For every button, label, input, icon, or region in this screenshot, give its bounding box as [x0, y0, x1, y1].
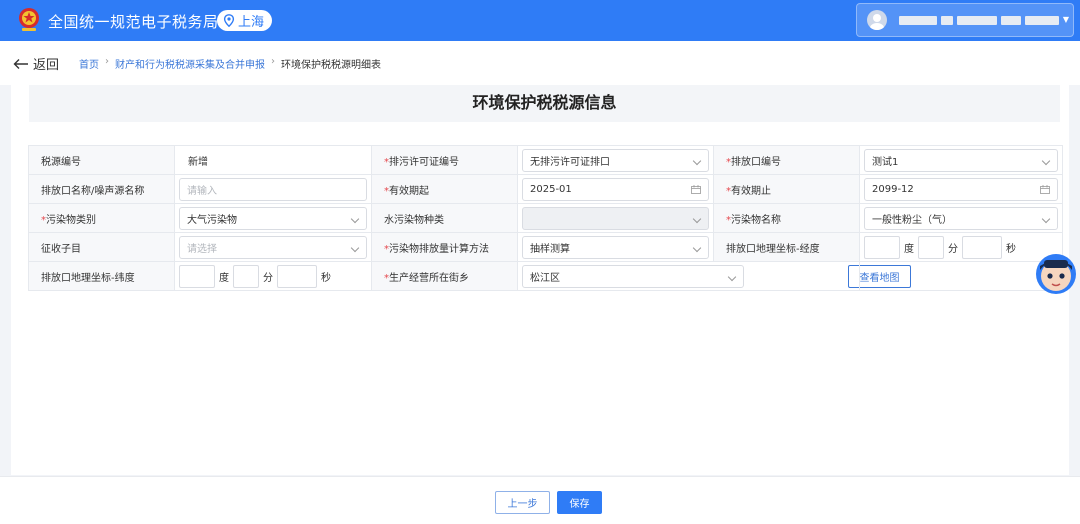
latitude-minute-input[interactable]: [233, 264, 259, 288]
valid-from-label: *有效期起: [371, 174, 518, 204]
assistant-mascot-icon[interactable]: [1030, 246, 1078, 296]
back-label: 返回: [33, 58, 60, 73]
user-menu[interactable]: ▼: [856, 3, 1074, 37]
masked-user-name: [899, 16, 937, 25]
form-row: 税源编号 新增 *排污许可证编号 无排污许可证排口 *排放口编号 测试1: [28, 145, 1063, 175]
tax-item-select[interactable]: 请选择: [179, 235, 367, 259]
page-title: 环境保护税税源信息: [472, 93, 617, 112]
latitude-label: 排放口地理坐标-纬度: [28, 261, 175, 291]
form-row: *污染物类别 大气污染物 水污染物种类 *污染物名称 一般性粉尘（气）: [28, 203, 1063, 233]
region-selector[interactable]: 上海: [217, 10, 273, 31]
second-unit: 秒: [1006, 243, 1016, 255]
back-button[interactable]: 返回: [13, 54, 59, 73]
permit-no-label: *排污许可证编号: [371, 145, 518, 175]
portal-title: 全国统一规范电子税务局: [48, 13, 219, 31]
outlet-name-label: 排放口名称/噪声源名称: [28, 174, 175, 204]
source-no-label: 税源编号: [28, 145, 175, 175]
arrow-left-icon: [13, 58, 28, 69]
breadcrumb-separator: ›: [105, 56, 109, 67]
street-label: *生产经营所在街乡: [371, 261, 518, 291]
longitude-inputs: 度 分 秒: [864, 235, 1058, 259]
valid-to-picker[interactable]: 2099-12: [864, 177, 1058, 201]
degree-unit: 度: [219, 272, 229, 284]
valid-from-picker[interactable]: 2025-01: [522, 177, 709, 201]
save-button[interactable]: 保存: [557, 491, 602, 514]
chevron-down-icon: [692, 243, 702, 252]
national-emblem-icon: [19, 8, 39, 31]
water-type-select: [522, 206, 709, 230]
previous-step-button[interactable]: 上一步: [495, 491, 550, 514]
chevron-down-icon: [1041, 156, 1051, 165]
longitude-label: 排放口地理坐标-经度: [713, 232, 860, 262]
latitude-inputs: 度 分 秒: [179, 264, 367, 288]
location-pin-icon: [223, 14, 235, 27]
tax-item-label: 征收子目: [28, 232, 175, 262]
pollutant-type-label: *污染物类别: [28, 203, 175, 233]
permit-no-select[interactable]: 无排污许可证排口: [522, 148, 709, 172]
longitude-minute-input[interactable]: [918, 235, 944, 259]
pollutant-name-select[interactable]: 一般性粉尘（气）: [864, 206, 1058, 230]
action-bar: 上一步 保存: [0, 476, 1080, 524]
degree-unit: 度: [904, 243, 914, 255]
pollutant-name-label: *污染物名称: [713, 203, 860, 233]
breadcrumb-home[interactable]: 首页: [79, 56, 99, 71]
latitude-degree-input[interactable]: [179, 264, 215, 288]
calendar-icon: [691, 184, 701, 194]
longitude-second-input[interactable]: [962, 235, 1002, 259]
pollutant-type-select[interactable]: 大气污染物: [179, 206, 367, 230]
second-unit: 秒: [321, 272, 331, 284]
form-row: 排放口地理坐标-纬度 度 分 秒 *生产经营所在街乡 松江区 查看地图: [28, 261, 1063, 291]
outlet-name-input[interactable]: 请输入: [179, 177, 367, 201]
latitude-second-input[interactable]: [277, 264, 317, 288]
street-select[interactable]: 松江区: [522, 264, 744, 288]
chevron-down-icon: [350, 243, 360, 252]
form-row: 排放口名称/噪声源名称 请输入 *有效期起 2025-01 *有效期止 2099…: [28, 174, 1063, 204]
minute-unit: 分: [948, 243, 958, 255]
calc-method-select[interactable]: 抽样测算: [522, 235, 709, 259]
view-map-button[interactable]: 查看地图: [848, 264, 911, 288]
breadcrumb-bar: 返回 首页 › 财产和行为税税源采集及合并申报 › 环境保护税税源明细表: [0, 41, 1080, 85]
calendar-icon: [1040, 184, 1050, 194]
source-no-value: 新增: [188, 156, 208, 168]
chevron-down-icon: [692, 214, 702, 223]
tax-source-form: 税源编号 新增 *排污许可证编号 无排污许可证排口 *排放口编号 测试1 排放口…: [28, 145, 1063, 291]
breadcrumb-separator: ›: [271, 56, 275, 67]
top-navigation-bar: 全国统一规范电子税务局 上海 ▼: [0, 0, 1080, 41]
calc-method-label: *污染物排放量计算方法: [371, 232, 518, 262]
longitude-degree-input[interactable]: [864, 235, 900, 259]
water-type-label: 水污染物种类: [371, 203, 518, 233]
main-content: 环境保护税税源信息 税源编号 新增 *排污许可证编号 无排污许可证排口 *排放口…: [11, 85, 1069, 475]
form-row: 征收子目 请选择 *污染物排放量计算方法 抽样测算 排放口地理坐标-经度 度 分…: [28, 232, 1063, 262]
masked-user-name: [1001, 16, 1021, 25]
valid-to-label: *有效期止: [713, 174, 860, 204]
chevron-down-icon: [727, 272, 737, 281]
region-name: 上海: [238, 15, 265, 30]
user-avatar-icon: [867, 10, 887, 30]
breadcrumb: 首页 › 财产和行为税税源采集及合并申报 › 环境保护税税源明细表: [79, 56, 381, 71]
chevron-down-icon: [1041, 214, 1051, 223]
chevron-down-icon: [692, 156, 702, 165]
masked-user-name: [957, 16, 997, 25]
outlet-no-select[interactable]: 测试1: [864, 148, 1058, 172]
chevron-down-icon: [350, 214, 360, 223]
breadcrumb-declaration[interactable]: 财产和行为税税源采集及合并申报: [115, 56, 265, 71]
minute-unit: 分: [263, 272, 273, 284]
section-header: 环境保护税税源信息: [29, 85, 1060, 122]
chevron-down-icon: ▼: [1062, 15, 1069, 24]
masked-user-name: [1025, 16, 1059, 25]
masked-user-name: [941, 16, 953, 25]
breadcrumb-current: 环境保护税税源明细表: [281, 60, 381, 71]
outlet-no-label: *排放口编号: [713, 145, 860, 175]
